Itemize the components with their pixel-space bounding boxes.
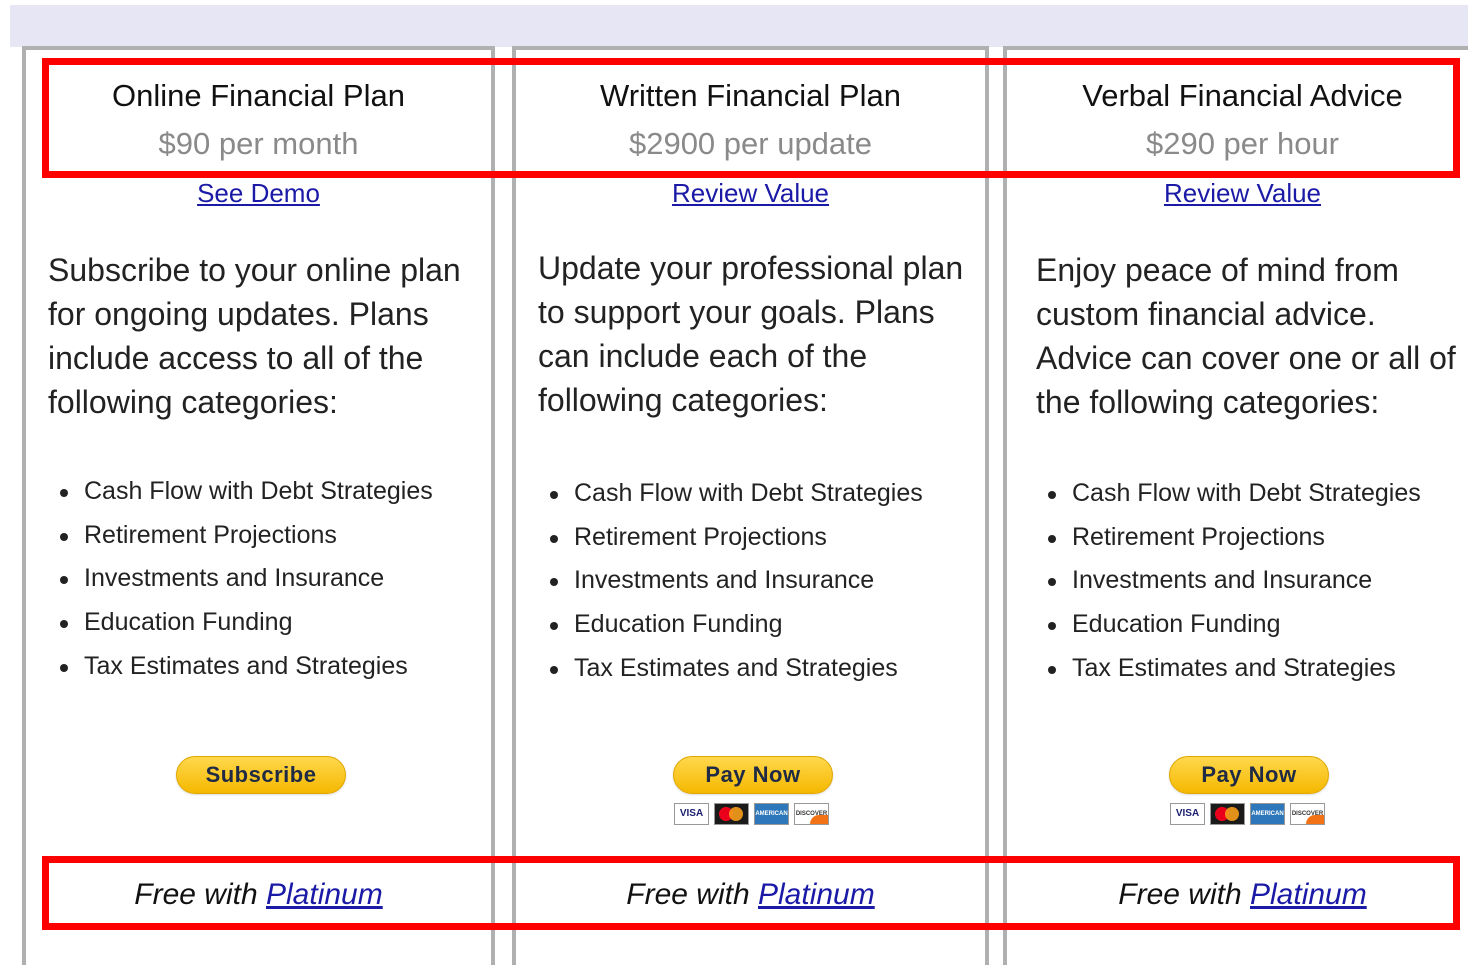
- discover-icon: DISCOVER: [794, 803, 829, 825]
- plan-price: $90 per month: [158, 126, 359, 161]
- visa-icon: VISA: [674, 803, 709, 825]
- free-with-platinum: Free with Platinum: [26, 878, 491, 912]
- platinum-link[interactable]: Platinum: [758, 878, 875, 911]
- see-demo-link[interactable]: See Demo: [197, 178, 320, 208]
- free-with-platinum: Free with Platinum: [1007, 878, 1468, 912]
- feature-item: Tax Estimates and Strategies: [1048, 647, 1421, 691]
- review-value-link[interactable]: Review Value: [1164, 178, 1321, 208]
- amex-icon: AMERICAN EXPRESS: [1250, 803, 1285, 825]
- plan-title: Verbal Financial Advice: [1082, 78, 1403, 113]
- plan-description: Enjoy peace of mind from custom financia…: [1036, 252, 1456, 420]
- plan-description: Update your professional plan to support…: [538, 250, 964, 418]
- free-with-platinum: Free with Platinum: [516, 878, 985, 912]
- feature-item: Tax Estimates and Strategies: [550, 647, 923, 691]
- review-value-link-wrap: Review Value: [1007, 178, 1468, 209]
- review-value-link-wrap: Review Value: [516, 178, 985, 209]
- feature-item: Cash Flow with Debt Strategies: [60, 470, 433, 514]
- plan-price: $2900 per update: [628, 126, 873, 161]
- header-band: [10, 5, 1468, 47]
- feature-list: Cash Flow with Debt Strategies Retiremen…: [60, 470, 433, 689]
- visa-icon: VISA: [1170, 803, 1205, 825]
- review-value-link[interactable]: Review Value: [672, 178, 829, 208]
- feature-list: Cash Flow with Debt Strategies Retiremen…: [550, 472, 923, 691]
- plan-description: Subscribe to your online plan for ongoin…: [48, 252, 461, 420]
- platinum-link[interactable]: Platinum: [1250, 878, 1367, 911]
- left-gutter: [10, 47, 20, 965]
- see-demo-link-wrap: See Demo: [26, 178, 491, 209]
- feature-item: Investments and Insurance: [550, 559, 923, 603]
- feature-item: Retirement Projections: [60, 514, 433, 558]
- feature-item: Retirement Projections: [1048, 516, 1421, 560]
- free-with-text: Free with: [626, 878, 758, 911]
- mastercard-icon: [714, 803, 749, 825]
- plan-card-verbal: Verbal Financial Advice $290 per hour Re…: [1003, 46, 1468, 965]
- plan-card-online: Online Financial Plan $90 per month See …: [22, 46, 495, 965]
- plan-price: $290 per hour: [1145, 126, 1340, 161]
- free-with-text: Free with: [1118, 878, 1250, 911]
- payment-cards: VISA AMERICAN EXPRESS DISCOVER: [1170, 803, 1325, 825]
- plan-title: Online Financial Plan: [112, 78, 405, 113]
- payment-cards: VISA AMERICAN EXPRESS DISCOVER: [674, 803, 829, 825]
- pay-now-button[interactable]: Pay Now: [1169, 756, 1329, 794]
- plan-title: Written Financial Plan: [600, 78, 901, 113]
- pricing-page: Online Financial Plan $90 per month See …: [0, 0, 1468, 965]
- feature-item: Education Funding: [550, 603, 923, 647]
- mastercard-icon: [1210, 803, 1245, 825]
- subscribe-button[interactable]: Subscribe: [176, 756, 346, 794]
- feature-item: Education Funding: [60, 601, 433, 645]
- pay-now-button[interactable]: Pay Now: [673, 756, 833, 794]
- feature-item: Investments and Insurance: [1048, 559, 1421, 603]
- feature-item: Education Funding: [1048, 603, 1421, 647]
- discover-icon: DISCOVER: [1290, 803, 1325, 825]
- feature-item: Cash Flow with Debt Strategies: [1048, 472, 1421, 516]
- free-with-text: Free with: [134, 878, 266, 911]
- amex-icon: AMERICAN EXPRESS: [754, 803, 789, 825]
- plan-card-written: Written Financial Plan $2900 per update …: [512, 46, 989, 965]
- feature-list: Cash Flow with Debt Strategies Retiremen…: [1048, 472, 1421, 691]
- feature-item: Investments and Insurance: [60, 557, 433, 601]
- feature-item: Retirement Projections: [550, 516, 923, 560]
- feature-item: Cash Flow with Debt Strategies: [550, 472, 923, 516]
- platinum-link[interactable]: Platinum: [266, 878, 383, 911]
- feature-item: Tax Estimates and Strategies: [60, 645, 433, 689]
